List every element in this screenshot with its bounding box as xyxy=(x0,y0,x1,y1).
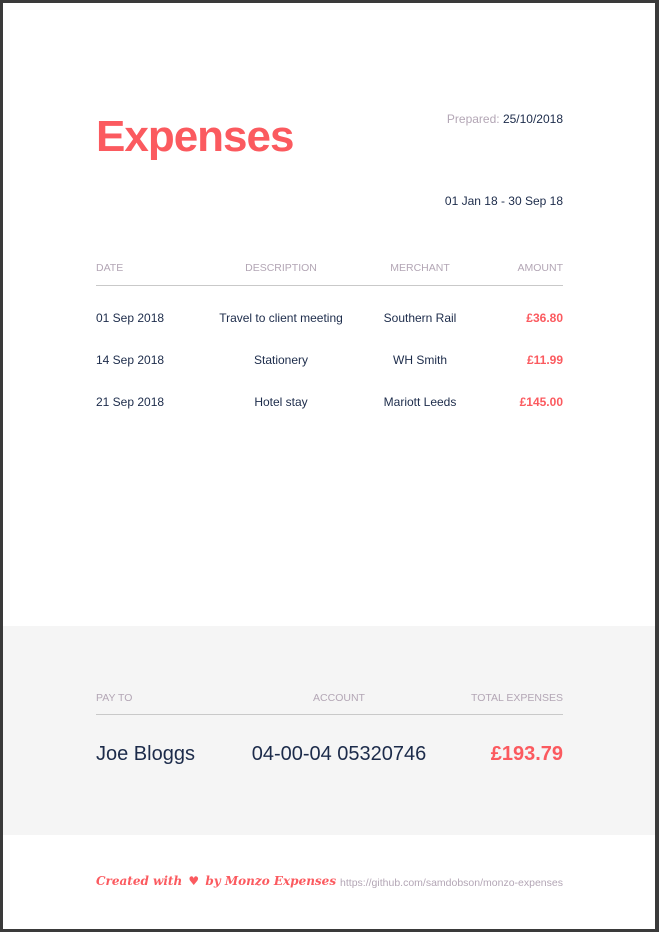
credit-prefix: Created with xyxy=(96,874,183,888)
row-merchant: Southern Rail xyxy=(383,311,457,325)
github-link[interactable]: https://github.com/samdobson/monzo-expen… xyxy=(340,877,563,889)
row-description: Stationery xyxy=(253,353,309,367)
prepared-date: Prepared: 25/10/2018 xyxy=(447,112,563,126)
summary-values: Joe Bloggs 04-00-04 05320746 £193.79 xyxy=(96,743,563,769)
row-description: Travel to client meeting xyxy=(219,311,343,325)
table-row: 21 Sep 2018 Hotel stay Mariott Leeds £14… xyxy=(96,395,563,411)
table-row: 01 Sep 2018 Travel to client meeting Sou… xyxy=(96,311,563,327)
expense-report-page: Expenses Prepared: 25/10/2018 01 Jan 18 … xyxy=(3,3,655,929)
column-header-amount: AMOUNT xyxy=(517,262,564,274)
table-row: 14 Sep 2018 Stationery WH Smith £11.99 xyxy=(96,353,563,369)
summary-divider xyxy=(96,714,563,715)
prepared-value: 25/10/2018 xyxy=(502,112,563,126)
table-header-divider xyxy=(96,285,563,286)
row-description: Hotel stay xyxy=(254,395,308,409)
table-header: DATE DESCRIPTION MERCHANT AMOUNT xyxy=(96,262,563,278)
page-title: Expenses xyxy=(96,112,294,161)
column-header-description: DESCRIPTION xyxy=(245,262,317,274)
total-expenses-value: £193.79 xyxy=(490,743,563,765)
row-amount: £36.80 xyxy=(526,311,563,325)
column-header-merchant: MERCHANT xyxy=(390,262,450,274)
pay-to-label: PAY TO xyxy=(96,692,133,704)
prepared-label: Prepared: xyxy=(446,112,500,126)
column-header-date: DATE xyxy=(96,262,124,274)
row-date: 21 Sep 2018 xyxy=(96,395,165,409)
row-date: 01 Sep 2018 xyxy=(96,311,165,325)
row-merchant: Mariott Leeds xyxy=(383,395,457,409)
total-expenses-label: TOTAL EXPENSES xyxy=(470,692,563,704)
credit-suffix: by Monzo Expenses xyxy=(205,874,337,888)
summary-header: PAY TO ACCOUNT TOTAL EXPENSES xyxy=(96,692,563,708)
created-with-credit: Created with ♥ by Monzo Expenses xyxy=(96,874,336,888)
row-amount: £11.99 xyxy=(526,353,563,367)
row-merchant: WH Smith xyxy=(393,353,447,367)
date-range: 01 Jan 18 - 30 Sep 18 xyxy=(444,194,563,208)
row-amount: £145.00 xyxy=(519,395,563,409)
pay-to-name: Joe Bloggs xyxy=(96,743,195,765)
row-date: 14 Sep 2018 xyxy=(96,353,165,367)
summary-panel xyxy=(3,626,655,835)
account-number: 04-00-04 05320746 xyxy=(251,743,427,765)
heart-icon: ♥ xyxy=(188,874,200,888)
account-label: ACCOUNT xyxy=(313,692,365,704)
